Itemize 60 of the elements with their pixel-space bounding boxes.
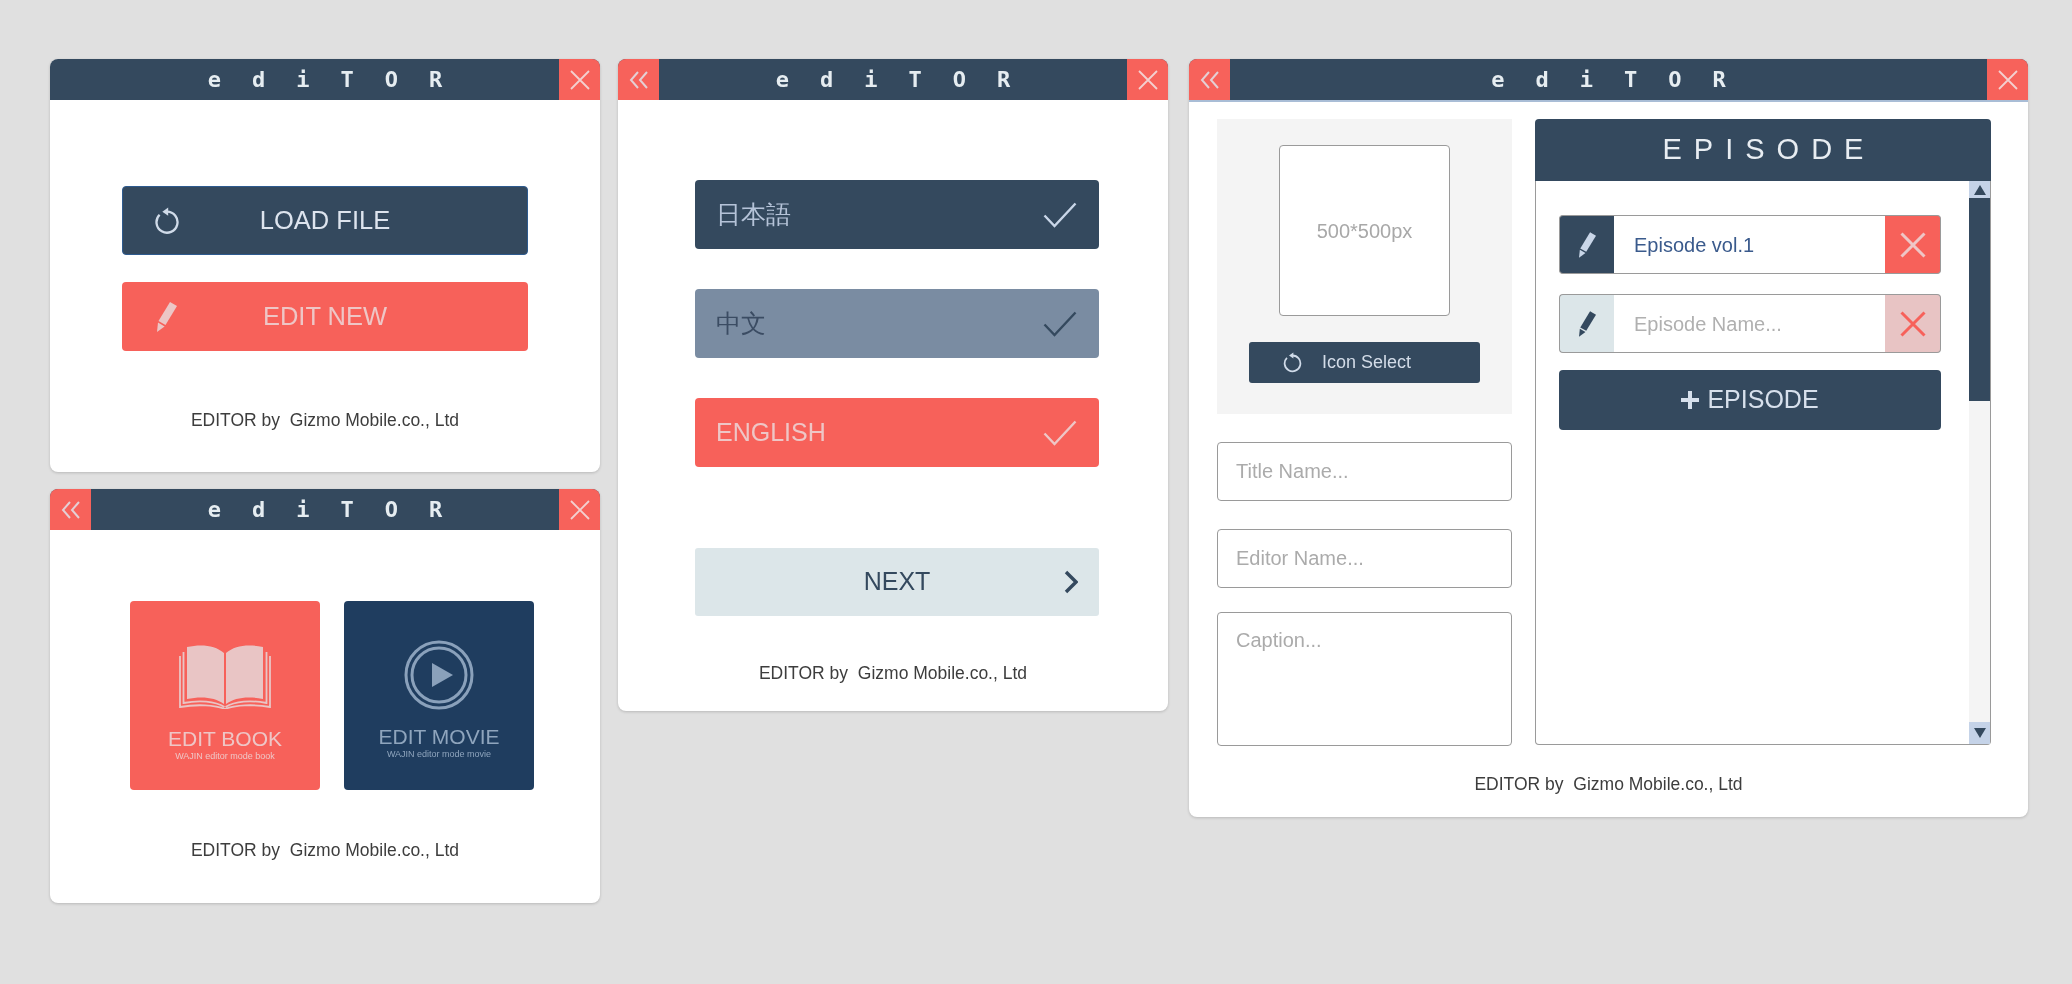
close-icon	[569, 499, 590, 520]
refresh-icon	[1282, 352, 1303, 373]
cross-icon	[1899, 231, 1926, 258]
footer-text: EDITOR by Gizmo Mobile.co., Ltd	[189, 840, 461, 860]
text-field[interactable]: Title Name...	[1217, 442, 1512, 501]
mode-tile[interactable]: EDIT MOVIE WAJIN editor mode movie	[344, 601, 534, 790]
open-book-icon	[179, 643, 271, 709]
check-icon	[1043, 201, 1077, 228]
pencil-icon	[1578, 310, 1596, 337]
delete-button[interactable]	[1885, 294, 1941, 353]
footer-text: EDITOR by Gizmo Mobile.co., Ltd	[757, 663, 1029, 683]
close-button[interactable]	[559, 59, 600, 100]
text-field[interactable]: Editor Name...	[1217, 529, 1512, 588]
app-title: ediTOR	[207, 68, 474, 91]
mode-caption: WAJIN editor mode book	[175, 751, 275, 762]
app-title: ediTOR	[775, 68, 1042, 91]
back-button[interactable]	[618, 59, 659, 100]
scroll-down-button[interactable]	[1969, 722, 1990, 744]
double-chevron-icon	[1199, 70, 1220, 89]
size-hint: 500*500px	[1316, 218, 1413, 244]
episode-name-field[interactable]: Episode vol.1	[1614, 215, 1885, 274]
edit-button[interactable]	[1559, 294, 1614, 353]
next-button[interactable]: NEXT	[695, 548, 1099, 616]
scroll-thumb[interactable]	[1969, 198, 1990, 401]
close-icon	[569, 69, 590, 90]
cross-icon	[1899, 310, 1926, 337]
caption-field[interactable]: Caption...	[1217, 612, 1512, 746]
app-title: ediTOR	[1491, 68, 1757, 91]
footer-text: EDITOR by Gizmo Mobile.co., Ltd	[189, 410, 461, 430]
close-button[interactable]	[559, 489, 600, 530]
plus-icon	[1681, 391, 1700, 409]
episode-header: EPISODE	[1535, 119, 1991, 181]
play-circle-icon	[404, 640, 474, 710]
add-episode-button[interactable]: EPISODE	[1559, 370, 1941, 430]
close-button[interactable]	[1987, 59, 2028, 100]
close-icon	[1137, 69, 1158, 90]
chevron-right-icon	[1064, 570, 1078, 594]
triangle-up-icon	[1973, 184, 1986, 195]
episode-name-field[interactable]: Episode Name...	[1614, 294, 1885, 353]
delete-button[interactable]	[1885, 215, 1941, 274]
check-icon	[1043, 310, 1077, 337]
check-icon	[1043, 419, 1077, 446]
scroll-up-button[interactable]	[1969, 181, 1990, 198]
icon-select-button[interactable]: Icon Select	[1249, 342, 1480, 383]
pencil-icon	[1578, 231, 1596, 258]
edit-button[interactable]	[1559, 215, 1614, 274]
refresh-icon	[153, 206, 181, 235]
language-option[interactable]: 日本語	[695, 180, 1099, 249]
double-chevron-icon	[628, 70, 649, 89]
close-icon	[1997, 69, 2018, 90]
footer-text: EDITOR by Gizmo Mobile.co., Ltd	[1473, 774, 1744, 794]
close-button[interactable]	[1127, 59, 1168, 100]
pencil-icon	[157, 301, 177, 332]
double-chevron-icon	[60, 500, 81, 519]
mode-caption: WAJIN editor mode movie	[386, 749, 492, 760]
triangle-down-icon	[1973, 728, 1986, 738]
load-button[interactable]: LOAD FILE	[122, 186, 528, 255]
back-button[interactable]	[1189, 59, 1230, 100]
back-button[interactable]	[50, 489, 91, 530]
app-title: ediTOR	[207, 498, 474, 521]
